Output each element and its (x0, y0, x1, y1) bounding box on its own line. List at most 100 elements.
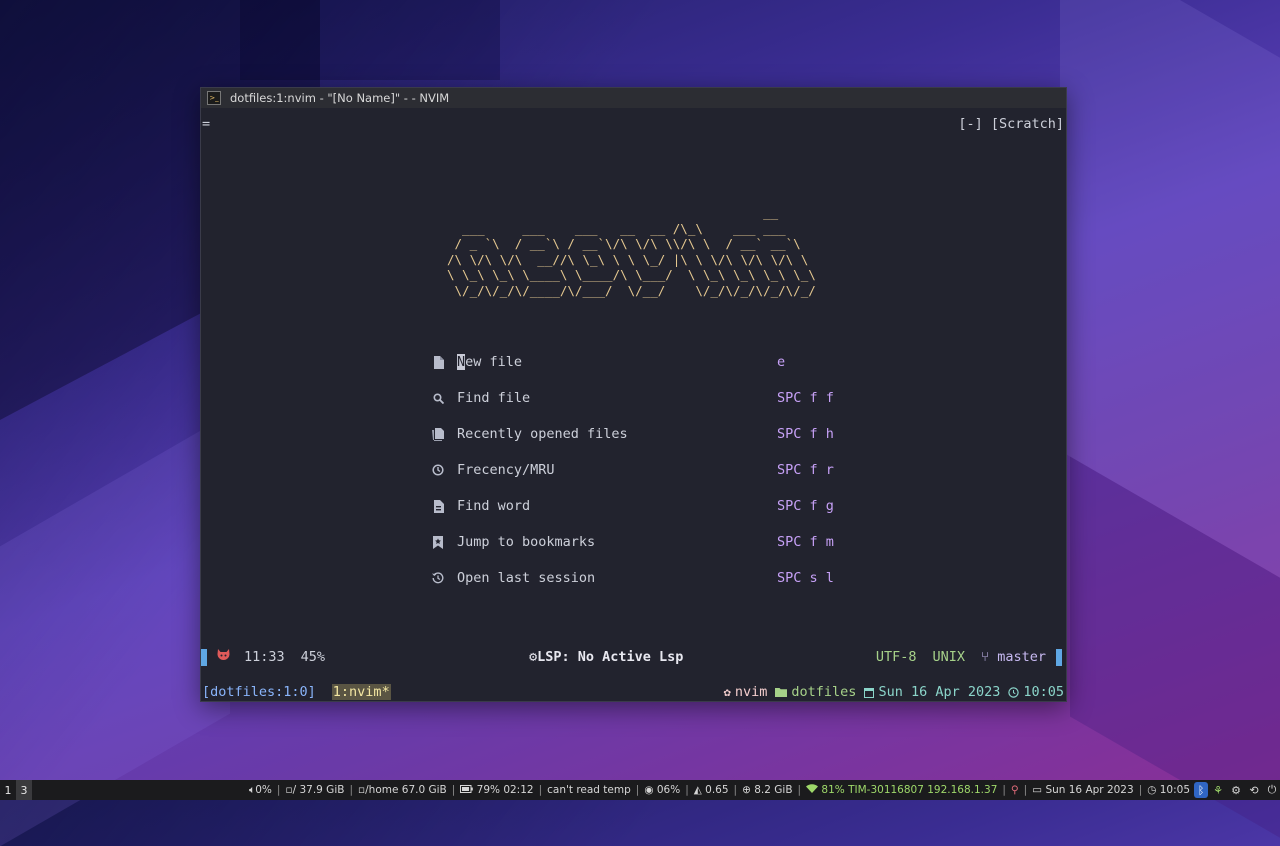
git-branch-icon: ⑂ (980, 649, 998, 665)
calendar-icon: ▭ (1032, 784, 1046, 796)
workspace-3[interactable]: 3 (16, 780, 32, 800)
menu-shortcut: SPC f f (777, 390, 834, 406)
menu-item-label: Frecency/MRU (457, 462, 555, 478)
load-value: 0.65 (705, 784, 729, 796)
wifi-value: 81% TIM-30116807 192.168.1.37 (821, 784, 998, 796)
separator: | (276, 784, 281, 796)
file-format: UNIX (932, 649, 965, 665)
window-titlebar[interactable]: >_ dotfiles:1:nvim - "[No Name]" - - NVI… (201, 88, 1066, 108)
disk-icon: ▫︎ (285, 784, 293, 796)
cpu-value: 06% (656, 784, 681, 796)
tmux-directory: dotfiles (775, 684, 856, 700)
separator: | (451, 784, 456, 796)
tmux-process: ✿ nvim (724, 684, 768, 700)
vpn-icon: ⚲ (1010, 784, 1019, 796)
menu-shortcut: e (777, 354, 786, 370)
battery-block: 79% 02:12 (458, 784, 535, 796)
root-disk-value: / 37.9 GiB (292, 784, 345, 796)
tmux-process-name: nvim (734, 684, 768, 700)
frecency-item[interactable]: Frecency/MRU SPC f r (431, 452, 851, 488)
battery-icon (460, 784, 474, 796)
scroll-percent: 45% (300, 649, 326, 665)
tabline-left: = (202, 116, 211, 132)
load-block: ◭ 0.65 (692, 784, 731, 796)
menu-shortcut: SPC f r (777, 462, 834, 478)
date-value: Sun 16 Apr 2023 (1045, 784, 1134, 796)
file-encoding: UTF-8 (875, 649, 917, 665)
load-icon: ◭ (693, 784, 706, 796)
recent-files-item[interactable]: Recently opened files SPC f h (431, 416, 851, 452)
menu-shortcut: SPC f h (777, 426, 834, 442)
tmux-time-text: 10:05 (1023, 684, 1064, 700)
memory-icon: ⊕ (742, 784, 755, 796)
last-session-item[interactable]: Open last session SPC s l (431, 560, 851, 596)
tmux-date-text: Sun 16 Apr 2023 (878, 684, 1001, 700)
root-disk-block: ▫︎/ 37.9 GiB (283, 784, 346, 796)
workspace-1[interactable]: 1 (0, 780, 16, 800)
menu-item-label: ew file (465, 354, 523, 370)
gears-icon: ⚙ (529, 649, 538, 665)
settings-tray-icon[interactable]: ⚙ (1228, 782, 1244, 798)
calendar-icon (864, 687, 875, 698)
updates-tray-icon[interactable]: ⟲ (1246, 782, 1262, 798)
history-icon (431, 571, 445, 585)
tabline: = [-] [Scratch] (201, 114, 1066, 134)
window-title: dotfiles:1:nvim - "[No Name]" - - NVIM (230, 91, 450, 105)
git-branch: ⑂ master (981, 649, 1046, 665)
search-icon (431, 391, 445, 405)
new-file-item[interactable]: New file e (431, 344, 851, 380)
menu-item-label: Open last session (457, 570, 596, 586)
menu-shortcut: SPC s l (777, 570, 834, 586)
disk-icon: ▫︎ (358, 784, 366, 796)
menu-item-label: Jump to bookmarks (457, 534, 596, 550)
tmux-window-tab[interactable]: 1:nvim* (331, 684, 391, 700)
terminal-window[interactable]: >_ dotfiles:1:nvim - "[No Name]" - - NVI… (200, 87, 1067, 702)
home-disk-block: ▫︎/home 67.0 GiB (356, 784, 449, 796)
menu-item-label: Find file (457, 390, 531, 406)
memory-value: 8.2 GiB (754, 784, 793, 796)
cursor-position: 11:33 (244, 649, 285, 665)
wifi-block[interactable]: 81% TIM-30116807 192.168.1.37 (804, 784, 999, 796)
tmux-session[interactable]: [dotfiles:1:0] (202, 684, 316, 700)
git-branch-name: master (997, 649, 1046, 665)
bookmarks-item[interactable]: Jump to bookmarks SPC f m (431, 524, 851, 560)
menu-shortcut: SPC f m (777, 534, 834, 550)
recent-files-icon (431, 427, 445, 441)
separator: | (1002, 784, 1006, 796)
tmux-statusbar: [dotfiles:1:0] 1:nvim* ✿ nvim dotfiles Su… (201, 682, 1066, 702)
status-blocks: 🔈︎ 0% | ▫︎/ 37.9 GiB | ▫︎/home 67.0 GiB |… (247, 780, 1280, 800)
folder-icon (775, 687, 788, 697)
separator: | (1023, 784, 1028, 796)
tmux-date: Sun 16 Apr 2023 (864, 684, 1000, 700)
power-icon[interactable]: ⏻ (1264, 782, 1280, 798)
separator: | (797, 784, 802, 796)
nvim-statusline: 11:33 45% ⚙LSP: No Active Lsp UTF-8 UNIX… (201, 646, 1066, 668)
home-disk-value: /home 67.0 GiB (365, 784, 447, 796)
bluetooth-icon[interactable]: ᛒ (1194, 782, 1208, 798)
scratch-tab[interactable]: [-] [Scratch] (958, 116, 1064, 132)
lsp-status: ⚙LSP: No Active Lsp (529, 649, 683, 665)
memory-block: ⊕ 8.2 GiB (740, 784, 794, 796)
find-word-item[interactable]: Find word SPC f g (431, 488, 851, 524)
menu-shortcut: SPC f g (777, 498, 834, 514)
system-taskbar: 1 3 🔈︎ 0% | ▫︎/ 37.9 GiB | ▫︎/home 67.0 G… (0, 780, 1280, 800)
tmux-directory-name: dotfiles (791, 684, 857, 700)
volume-value: 0% (255, 784, 272, 796)
frecency-icon (431, 463, 445, 477)
find-word-icon (431, 499, 445, 513)
date-block: ▭ Sun 16 Apr 2023 (1030, 784, 1136, 796)
statusline-right-bar (1056, 648, 1062, 666)
terminal-icon: >_ (207, 91, 221, 105)
find-file-item[interactable]: Find file SPC f f (431, 380, 851, 416)
statusline-left-bar (201, 648, 207, 666)
separator: | (1138, 784, 1143, 796)
nvim-editor[interactable]: = [-] [Scratch] __ ___ ___ ___ __ __ /\_… (201, 108, 1066, 702)
battery-value: 79% 02:12 (476, 784, 534, 796)
network-tray-icon[interactable]: ⚘ (1210, 782, 1226, 798)
volume-block[interactable]: 🔈︎ 0% (247, 784, 274, 797)
separator: | (635, 784, 640, 796)
temp-block: can't read temp (547, 784, 631, 796)
vim-mode-icon (217, 649, 230, 665)
separator: | (349, 784, 353, 796)
menu-item-label: Recently opened files (457, 426, 628, 442)
